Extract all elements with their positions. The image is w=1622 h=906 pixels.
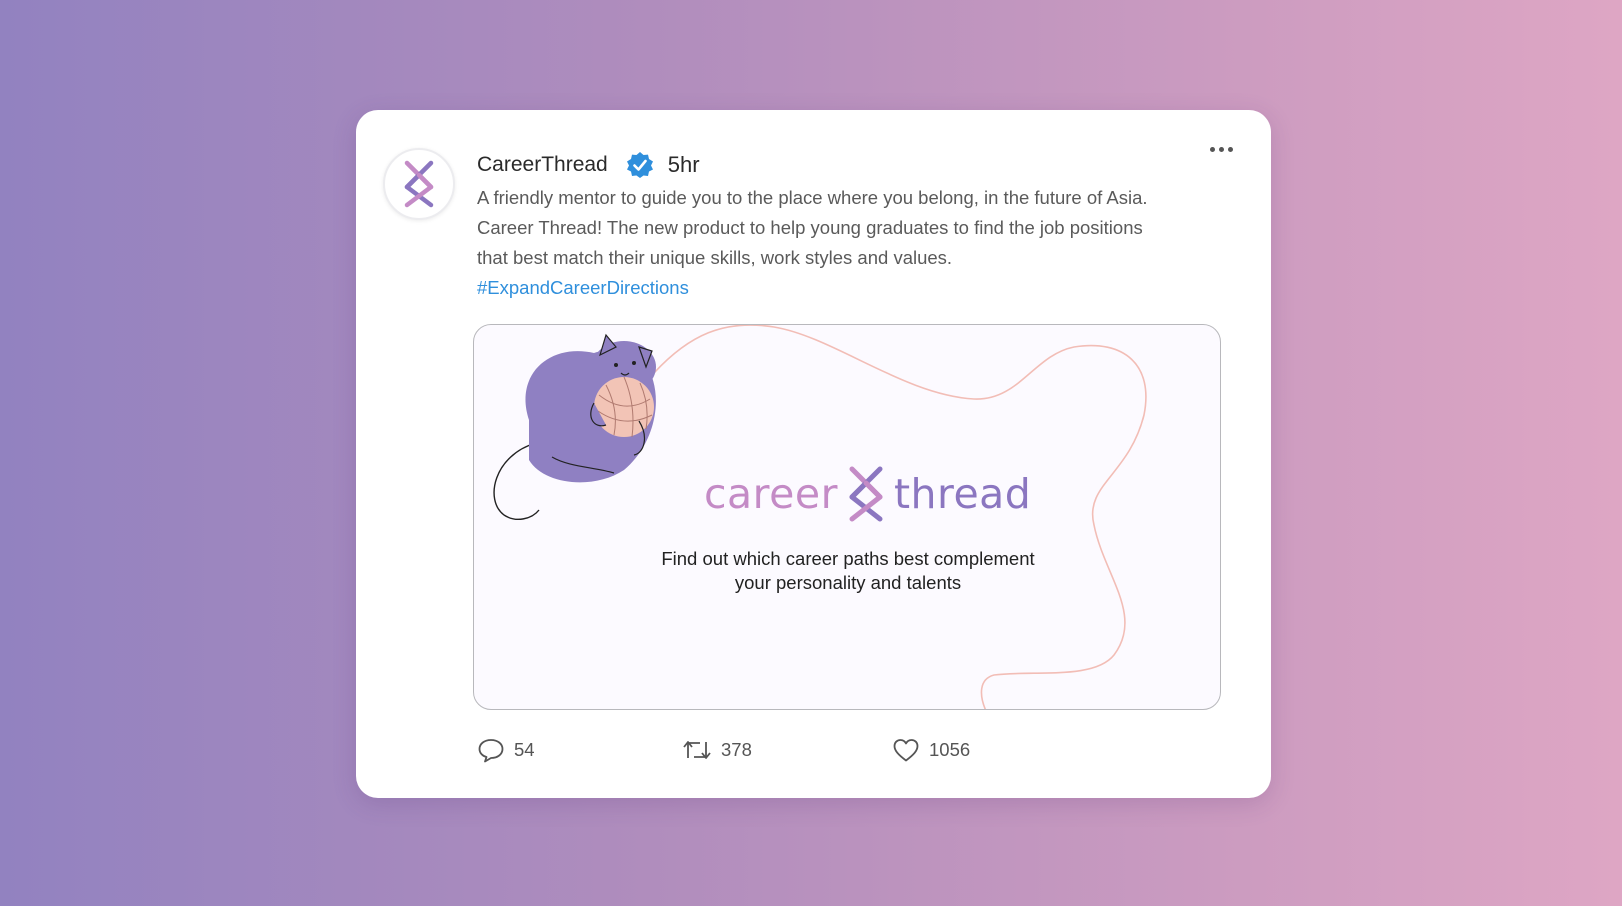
post-text-line: A friendly mentor to guide you to the pl… [477,187,1148,208]
hashtag-link[interactable]: #ExpandCareerDirections [477,277,689,299]
reply-count: 54 [514,739,535,760]
brand-logo: career thread [704,465,1031,523]
media-tagline: Find out which career paths best complem… [474,547,1220,595]
post-media-image[interactable]: career thread Find out which career path… [473,324,1221,710]
tagline-line: your personality and talents [734,572,962,593]
more-icon [1209,146,1215,152]
retweet-count: 378 [721,739,752,760]
more-options-button[interactable] [1203,137,1239,161]
retweet-button[interactable]: 378 [682,738,892,762]
logo-icon [404,160,434,208]
retweet-icon [683,741,711,759]
post-card: CareerThread 5hr A friendly mentor to gu… [356,110,1271,798]
post-time: 5hr [667,152,700,177]
post-text-line: Career Thread! The new product to help y… [477,217,1143,238]
username[interactable]: CareerThread [477,153,608,177]
brand-logo-icon [849,466,883,522]
avatar[interactable] [383,148,455,220]
tagline-line: Find out which career paths best complem… [661,548,1035,569]
like-icon [893,739,919,762]
brand-word-thread: thread [893,470,1032,518]
post-text-line: that best match their unique skills, wor… [477,247,953,268]
post-body: A friendly mentor to guide you to the pl… [477,183,1217,273]
reply-button[interactable]: 54 [477,737,682,763]
verified-badge-icon [626,151,654,179]
post-header: CareerThread 5hr [477,148,700,182]
reply-icon [478,739,504,763]
post-actions: 54 378 1056 [477,730,970,770]
like-count: 1056 [929,739,971,760]
like-button[interactable]: 1056 [892,737,970,763]
brand-word-career: career [704,470,838,518]
